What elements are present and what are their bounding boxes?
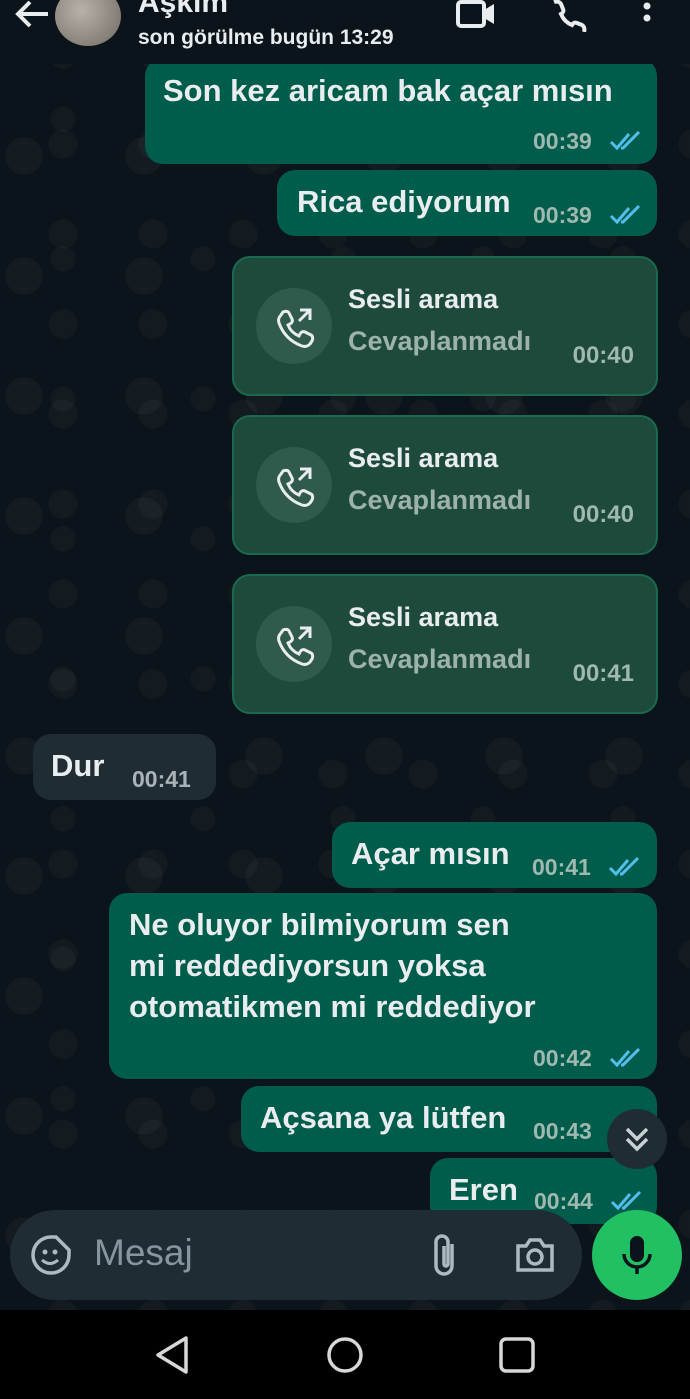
read-ticks-icon [609, 1047, 641, 1068]
video-call-icon[interactable] [455, 0, 497, 30]
scroll-to-bottom-button[interactable] [607, 1109, 667, 1169]
call-status: Cevaplanmadı [348, 326, 532, 356]
message-text-line: Ne oluyor bilmiyorum sen [129, 907, 510, 942]
message-text-line: otomatikmen mi reddediyor [129, 989, 536, 1024]
call-icon-circle [256, 288, 332, 364]
message-text: Rica ediyorum [297, 184, 511, 219]
camera-icon[interactable] [514, 1236, 556, 1274]
nav-home-icon[interactable] [325, 1335, 365, 1375]
message-time: 00:39 [533, 128, 592, 154]
last-seen-status[interactable]: son görülme bugün 13:29 [138, 26, 394, 50]
message-bubble-incoming[interactable]: Dur 00:41 [33, 734, 216, 800]
call-status: Cevaplanmadı [348, 644, 532, 674]
avatar[interactable] [55, 0, 121, 46]
chat-background: Son kez aricam bak açar mısın 00:39 Rica… [0, 0, 690, 1310]
message-input[interactable]: Mesaj [94, 1232, 193, 1274]
call-time: 00:40 [572, 501, 634, 528]
message-time: 00:43 [533, 1118, 592, 1144]
call-status: Cevaplanmadı [348, 485, 532, 515]
missed-call-bubble[interactable]: Sesli arama Cevaplanmadı 00:40 [232, 256, 658, 396]
call-title: Sesli arama [348, 602, 499, 632]
message-text: Açar mısın [351, 836, 510, 871]
missed-call-bubble[interactable]: Sesli arama Cevaplanmadı 00:41 [232, 574, 658, 714]
read-ticks-icon [609, 204, 641, 225]
attach-icon[interactable] [428, 1232, 464, 1278]
voice-call-icon[interactable] [548, 0, 588, 32]
message-time: 00:41 [132, 766, 191, 792]
message-time: 00:39 [533, 202, 592, 228]
call-time: 00:40 [572, 342, 634, 369]
message-bubble-outgoing[interactable]: Açsana ya lütfen 00:43 [241, 1086, 657, 1152]
message-bubble-outgoing[interactable]: Son kez aricam bak açar mısın 00:39 [145, 58, 657, 164]
back-arrow-icon[interactable] [12, 0, 52, 30]
message-bubble-outgoing[interactable]: Ne oluyor bilmiyorum sen mi reddediyorsu… [109, 893, 657, 1079]
call-icon-circle [256, 447, 332, 523]
message-time: 00:42 [533, 1045, 592, 1071]
message-text-line: mi reddediyorsun yoksa [129, 948, 486, 983]
message-bubble-outgoing[interactable]: Açar mısın 00:41 [332, 822, 657, 888]
call-title: Sesli arama [348, 443, 499, 473]
read-ticks-icon [608, 856, 640, 877]
message-text: Eren [449, 1172, 518, 1207]
message-bubble-outgoing[interactable]: Rica ediyorum 00:39 [277, 170, 657, 236]
message-time: 00:41 [532, 854, 591, 880]
more-vertical-icon[interactable] [640, 0, 654, 30]
contact-name[interactable]: Aşkım [138, 0, 228, 20]
system-navigation-bar [0, 1310, 690, 1399]
voice-record-button[interactable] [592, 1210, 682, 1300]
double-chevron-down-icon [625, 1127, 649, 1152]
message-text: Açsana ya lütfen [260, 1100, 507, 1135]
outgoing-call-icon [277, 626, 315, 666]
mic-icon [622, 1236, 652, 1274]
message-composer[interactable]: Mesaj [10, 1210, 582, 1300]
call-title: Sesli arama [348, 284, 499, 314]
read-ticks-icon [610, 1190, 642, 1211]
outgoing-call-icon [277, 467, 315, 507]
message-text: Dur [51, 748, 105, 783]
chat-header: Aşkım son görülme bugün 13:29 [0, 0, 690, 64]
message-text: Son kez aricam bak açar mısın [163, 73, 613, 108]
nav-recents-icon[interactable] [498, 1336, 536, 1374]
call-time: 00:41 [572, 660, 634, 687]
call-icon-circle [256, 606, 332, 682]
read-ticks-icon [609, 130, 641, 151]
sticker-icon[interactable] [30, 1234, 72, 1276]
nav-back-icon[interactable] [150, 1334, 194, 1376]
outgoing-call-icon [277, 308, 315, 348]
missed-call-bubble[interactable]: Sesli arama Cevaplanmadı 00:40 [232, 415, 658, 555]
